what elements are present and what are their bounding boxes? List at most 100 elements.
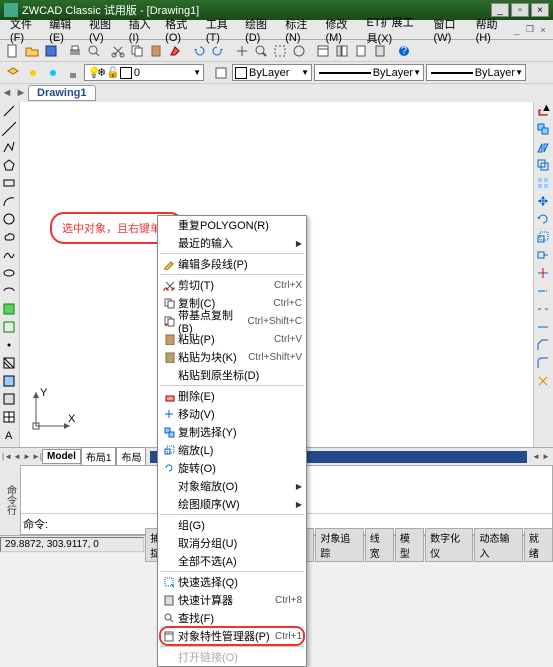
document-tab[interactable]: Drawing1 bbox=[28, 85, 96, 101]
ellipse-arc-button[interactable] bbox=[0, 282, 18, 300]
extend-button[interactable] bbox=[534, 282, 552, 300]
ellipse-button[interactable] bbox=[0, 264, 18, 282]
doc-minimize-button[interactable]: _ bbox=[511, 23, 523, 37]
open-button[interactable] bbox=[23, 42, 41, 60]
circle-button[interactable] bbox=[0, 210, 18, 228]
undo-button[interactable] bbox=[190, 42, 208, 60]
layer-freeze-icon[interactable] bbox=[44, 64, 62, 82]
region-button[interactable] bbox=[0, 390, 18, 408]
match-button[interactable] bbox=[166, 42, 184, 60]
copy-obj-button[interactable] bbox=[534, 120, 552, 138]
context-menu-item[interactable]: 复制选择(Y) bbox=[158, 423, 306, 441]
context-menu-item[interactable]: 编辑多段线(P) bbox=[158, 255, 306, 273]
context-menu-item[interactable]: 旋转(O) bbox=[158, 459, 306, 477]
array-button[interactable] bbox=[534, 174, 552, 192]
context-menu-item[interactable]: 粘贴到原坐标(D) bbox=[158, 366, 306, 384]
linetype-combo[interactable]: ByLayer ▼ bbox=[314, 64, 424, 81]
spline-button[interactable] bbox=[0, 246, 18, 264]
zoom-window-button[interactable] bbox=[271, 42, 289, 60]
gradient-button[interactable] bbox=[0, 372, 18, 390]
tab-next-button[interactable]: ► bbox=[14, 87, 28, 99]
break-button[interactable] bbox=[534, 300, 552, 318]
hatch-button[interactable] bbox=[0, 354, 18, 372]
text-button[interactable]: A bbox=[0, 426, 18, 444]
zoom-button[interactable] bbox=[252, 42, 270, 60]
line-button[interactable] bbox=[0, 102, 18, 120]
stretch-button[interactable] bbox=[534, 246, 552, 264]
preview-button[interactable] bbox=[85, 42, 103, 60]
context-menu-item[interactable]: 组(G) bbox=[158, 516, 306, 534]
context-menu-item[interactable]: 剪切(T)Ctrl+X bbox=[158, 276, 306, 294]
chamfer-button[interactable] bbox=[534, 336, 552, 354]
layout-next-button[interactable]: ► bbox=[22, 452, 32, 461]
scale-button[interactable] bbox=[534, 228, 552, 246]
table-button[interactable] bbox=[0, 408, 18, 426]
doc-close-button[interactable]: × bbox=[537, 23, 549, 37]
lineweight-combo[interactable]: ByLayer ▼ bbox=[426, 64, 526, 81]
context-menu-item[interactable]: 重复POLYGON(R) bbox=[158, 216, 306, 234]
print-button[interactable] bbox=[66, 42, 84, 60]
polygon-button[interactable] bbox=[0, 156, 18, 174]
context-menu-item[interactable]: 取消分组(U) bbox=[158, 534, 306, 552]
copy-button[interactable] bbox=[128, 42, 146, 60]
status-dyn[interactable]: 动态输入 bbox=[474, 528, 522, 562]
context-menu-item[interactable]: 移动(V) bbox=[158, 405, 306, 423]
layer-states-button[interactable] bbox=[212, 64, 230, 82]
status-model[interactable]: 模型 bbox=[395, 528, 424, 562]
rotate-button[interactable] bbox=[534, 210, 552, 228]
fillet-button[interactable] bbox=[534, 354, 552, 372]
tab-prev-button[interactable]: ◄ bbox=[0, 87, 14, 99]
context-menu-item[interactable]: 删除(E) bbox=[158, 387, 306, 405]
layout-tab-model[interactable]: Model bbox=[42, 449, 81, 464]
make-block-button[interactable] bbox=[0, 318, 18, 336]
join-button[interactable] bbox=[534, 318, 552, 336]
scroll-up-button[interactable]: ▲ bbox=[541, 102, 553, 114]
offset-button[interactable] bbox=[534, 156, 552, 174]
layout-last-button[interactable]: ►| bbox=[32, 452, 42, 461]
context-menu-item[interactable]: 带基点复制(B)Ctrl+Shift+C bbox=[158, 312, 306, 330]
layout-prev-button[interactable]: ◄ bbox=[12, 452, 22, 461]
mirror-button[interactable] bbox=[534, 138, 552, 156]
arc-button[interactable] bbox=[0, 192, 18, 210]
context-menu-item[interactable]: 绘图顺序(W)▶ bbox=[158, 495, 306, 513]
zoom-prev-button[interactable] bbox=[290, 42, 308, 60]
context-menu-item[interactable]: 查找(F) bbox=[158, 609, 306, 627]
menu-window[interactable]: 窗口(W) bbox=[428, 14, 470, 46]
tool-palette-button[interactable] bbox=[352, 42, 370, 60]
layout-tab-1[interactable]: 布局1 bbox=[81, 447, 117, 466]
revcloud-button[interactable] bbox=[0, 228, 18, 246]
scroll-left-button[interactable]: ◄ bbox=[531, 452, 541, 461]
scroll-right-button[interactable]: ► bbox=[541, 452, 551, 461]
pan-button[interactable] bbox=[233, 42, 251, 60]
color-combo[interactable]: ByLayer ▼ bbox=[232, 64, 312, 81]
context-menu-item[interactable]: 快速选择(Q) bbox=[158, 573, 306, 591]
context-menu-item[interactable]: 最近的输入▶ bbox=[158, 234, 306, 252]
context-menu-item[interactable]: 粘贴为块(K)Ctrl+Shift+V bbox=[158, 348, 306, 366]
status-lwt[interactable]: 线宽 bbox=[365, 528, 394, 562]
paste-button[interactable] bbox=[147, 42, 165, 60]
context-menu-item[interactable]: 对象缩放(O)▶ bbox=[158, 477, 306, 495]
insert-block-button[interactable] bbox=[0, 300, 18, 318]
rectangle-button[interactable] bbox=[0, 174, 18, 192]
doc-restore-button[interactable]: ❐ bbox=[524, 23, 536, 37]
maximize-button[interactable]: ▫ bbox=[511, 3, 529, 17]
point-button[interactable] bbox=[0, 336, 18, 354]
menu-help[interactable]: 帮助(H) bbox=[470, 14, 510, 46]
trim-button[interactable] bbox=[534, 264, 552, 282]
context-menu-item[interactable]: 对象特性管理器(P)Ctrl+1 bbox=[158, 627, 306, 645]
layer-lock-icon[interactable] bbox=[64, 64, 82, 82]
explode-button[interactable] bbox=[534, 372, 552, 390]
context-menu-item[interactable]: 快速计算器Ctrl+8 bbox=[158, 591, 306, 609]
redo-button[interactable] bbox=[209, 42, 227, 60]
context-menu-item[interactable]: 粘贴(P)Ctrl+V bbox=[158, 330, 306, 348]
layer-button[interactable] bbox=[4, 64, 22, 82]
xline-button[interactable] bbox=[0, 120, 18, 138]
layer-combo[interactable]: 💡❄🔓 0 ▼ bbox=[84, 64, 204, 81]
calc-button[interactable] bbox=[371, 42, 389, 60]
layout-first-button[interactable]: |◄ bbox=[2, 452, 12, 461]
new-button[interactable] bbox=[4, 42, 22, 60]
context-menu-item[interactable]: 全部不选(A) bbox=[158, 552, 306, 570]
design-center-button[interactable] bbox=[333, 42, 351, 60]
context-menu-item[interactable]: 缩放(L) bbox=[158, 441, 306, 459]
layer-visible-icon[interactable] bbox=[24, 64, 42, 82]
